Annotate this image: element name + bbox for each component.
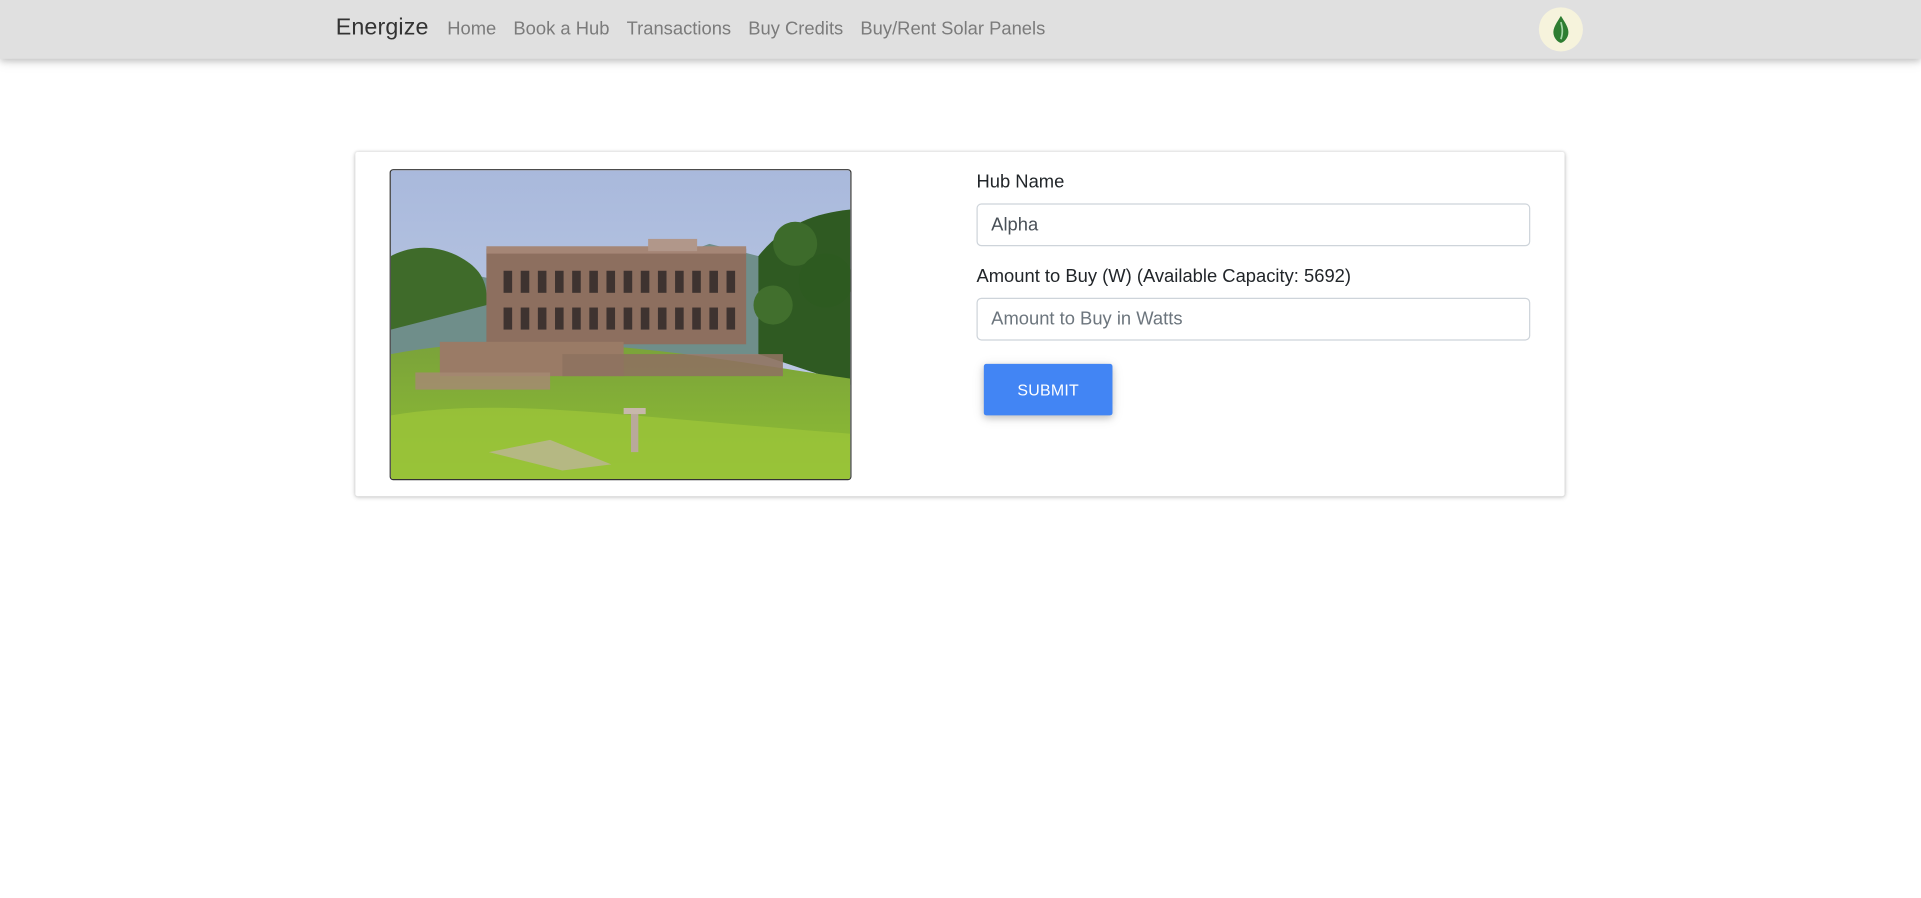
nav-link-buy-rent-solar-panels[interactable]: Buy/Rent Solar Panels (852, 18, 1054, 39)
submit-button[interactable]: SUBMIT (983, 363, 1113, 416)
avatar[interactable] (1538, 7, 1583, 52)
amount-to-buy-field[interactable] (976, 297, 1531, 341)
hub-card: Hub Name Amount to Buy (W) (Available Ca… (355, 151, 1565, 497)
amount-label: Amount to Buy (W) (Available Capacity: 5… (976, 265, 1352, 287)
nav-link-home[interactable]: Home (439, 18, 505, 39)
brand-logo-text[interactable]: Energize (336, 15, 429, 42)
nav-links: Home Book a Hub Transactions Buy Credits… (439, 18, 1054, 39)
nav-link-book-a-hub[interactable]: Book a Hub (505, 18, 618, 39)
leaf-drop-icon (1553, 15, 1569, 43)
hub-name-label: Hub Name (976, 171, 1065, 193)
buy-energy-form: Hub Name Amount to Buy (W) (Available Ca… (976, 169, 1531, 416)
nav-link-transactions[interactable]: Transactions (618, 18, 740, 39)
navbar: Energize Home Book a Hub Transactions Bu… (0, 0, 1921, 59)
page: Energize Home Book a Hub Transactions Bu… (0, 0, 1921, 898)
hub-name-field[interactable] (976, 203, 1531, 247)
hub-photo (389, 169, 852, 481)
nav-link-buy-credits[interactable]: Buy Credits (740, 18, 852, 39)
